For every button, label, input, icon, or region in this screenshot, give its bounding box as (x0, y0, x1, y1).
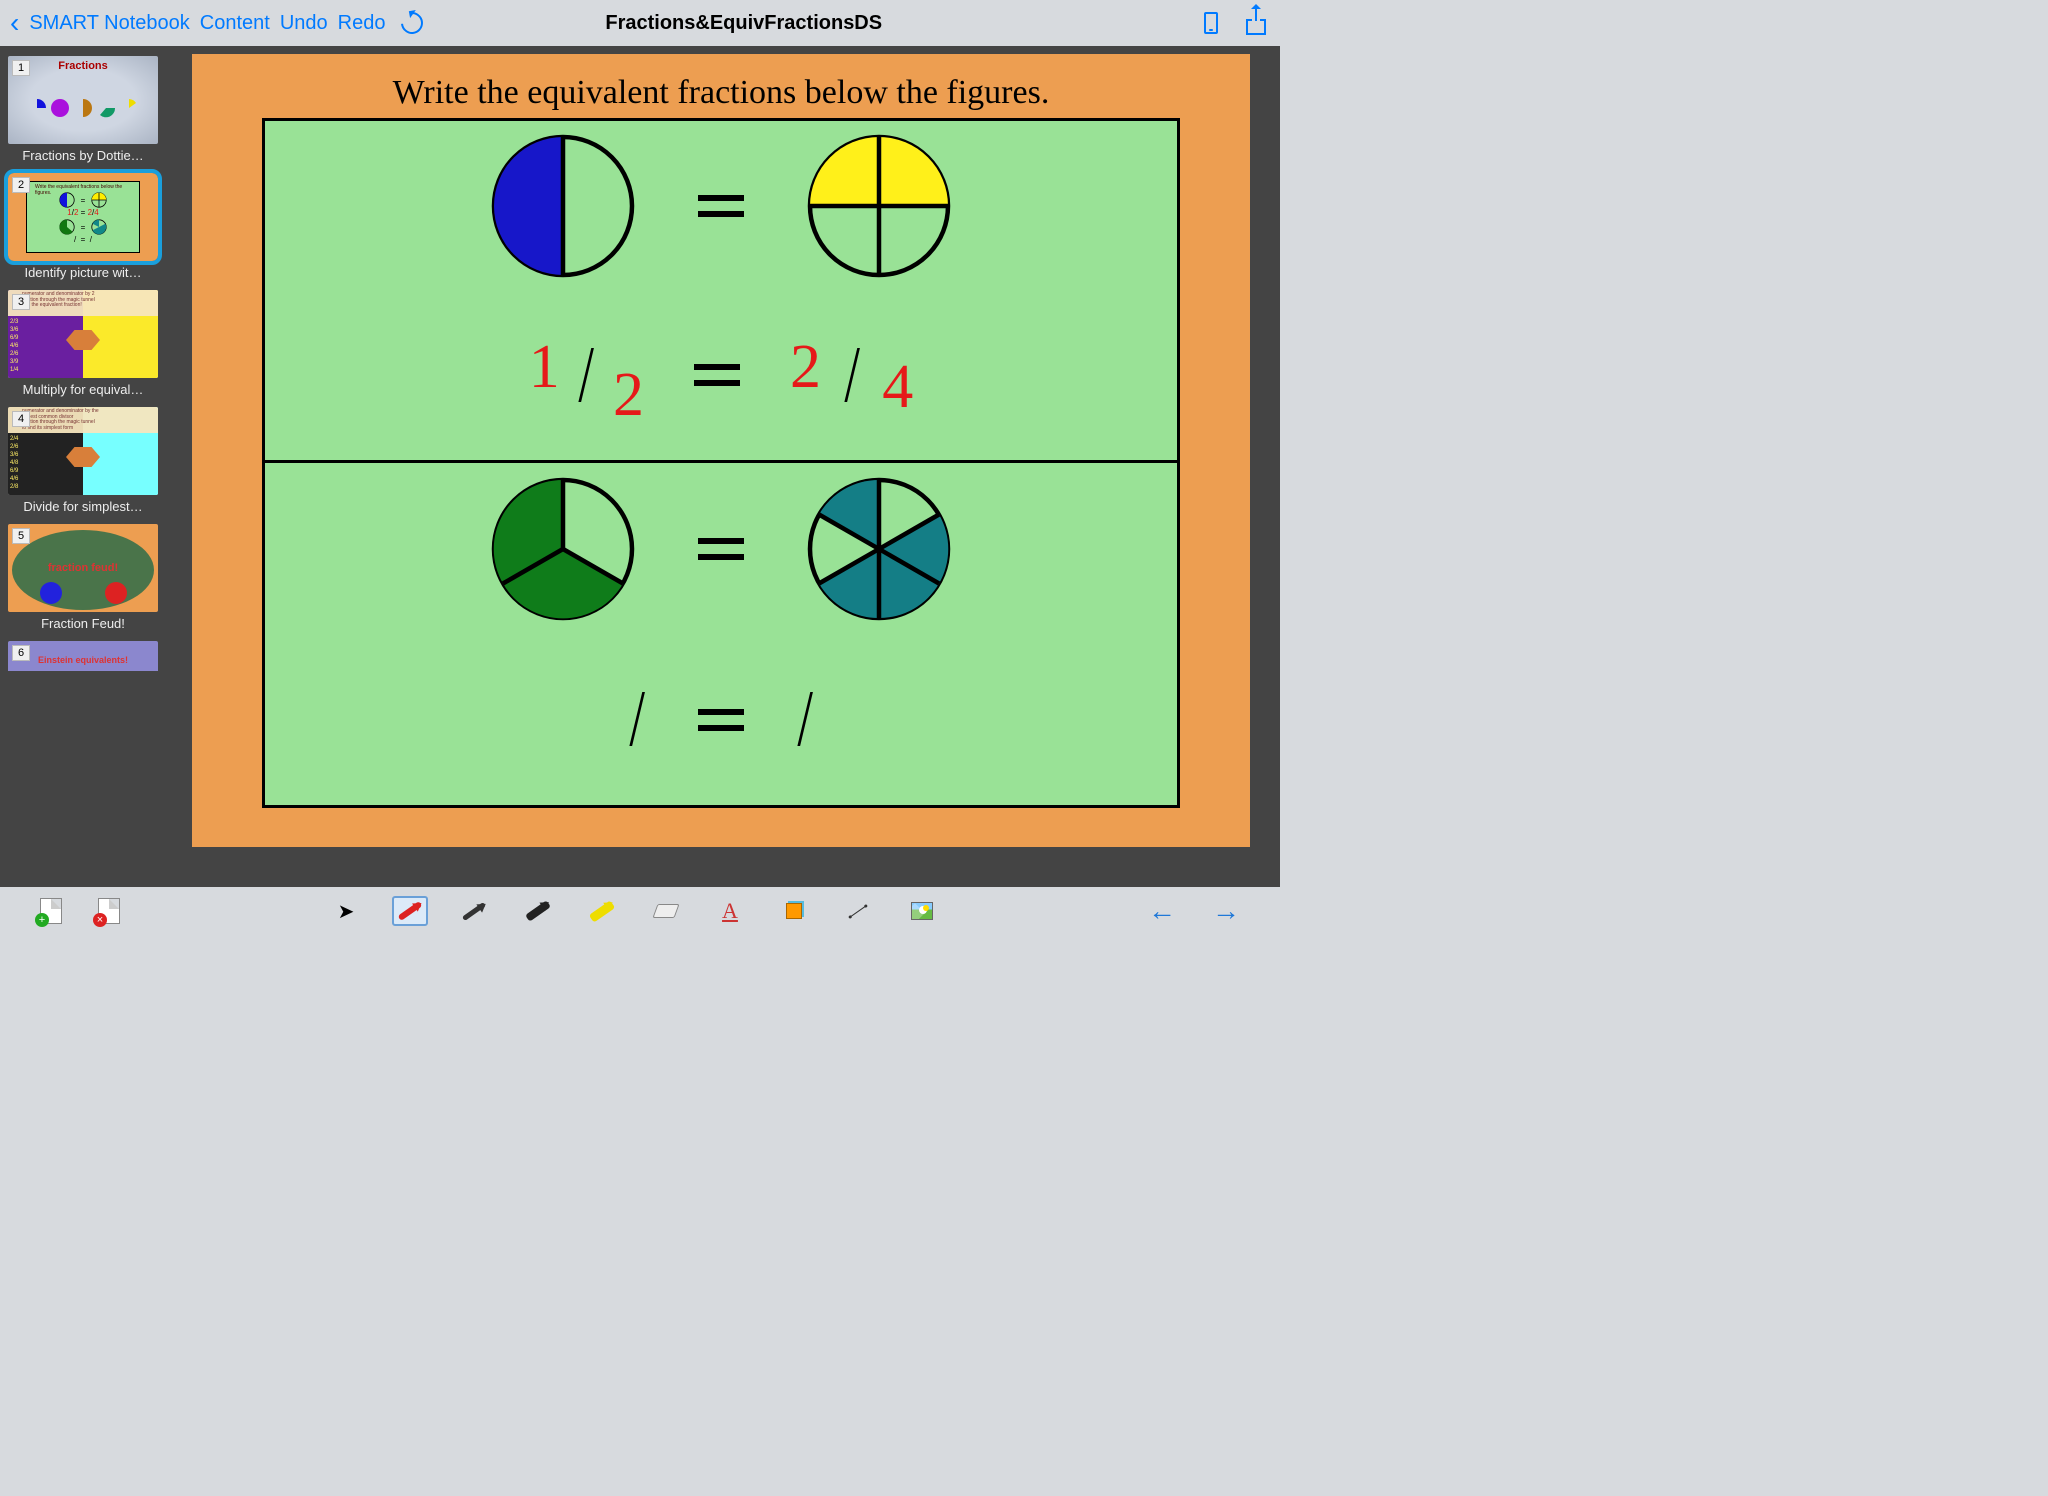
bottom-toolbar: + × ➤ A ← → (0, 887, 1280, 935)
top-toolbar: ‹ SMART Notebook Content Undo Redo Fract… (0, 0, 1280, 46)
slide-number: 3 (12, 294, 30, 310)
answer-denominator-1: 2 (613, 361, 644, 429)
text-tool[interactable]: A (712, 896, 748, 926)
slide-label: Fraction Feud! (8, 616, 158, 631)
circle-sixths-teal (804, 474, 954, 624)
equals-icon (698, 709, 744, 731)
slide-number: 6 (12, 645, 30, 661)
slide-label: Divide for simplest… (8, 499, 158, 514)
slide-number: 4 (12, 411, 30, 427)
add-page-button[interactable]: + (40, 898, 62, 924)
slide-thumb-2[interactable]: 2 Write the equivalent fractions below t… (8, 173, 158, 280)
share-icon[interactable] (1246, 11, 1266, 35)
slide-label: Identify picture wit… (8, 265, 158, 280)
content-area: 1 Fractions Fractions by Dottie… 2 Write… (0, 46, 1280, 887)
fraction-box-1: 1 / 2 2 / 4 (262, 118, 1180, 463)
slide-thumb-3[interactable]: numerator and denominator by 2fraction t… (8, 290, 158, 397)
fraction-answer-2[interactable]: / / (265, 634, 1177, 805)
thumb-text: fraction feud! (12, 562, 154, 574)
circle-quarters-yellow (804, 131, 954, 281)
eraser-tool[interactable] (648, 896, 684, 926)
equals-icon (698, 195, 744, 217)
document-title: Fractions&EquivFractionsDS (295, 12, 1192, 35)
shape-tool[interactable] (776, 896, 812, 926)
circle-half-blue (488, 131, 638, 281)
slide-number: 2 (12, 177, 30, 193)
slide-instruction: Write the equivalent fractions below the… (262, 74, 1180, 112)
content-button[interactable]: Content (200, 12, 270, 35)
back-chevron-icon[interactable]: ‹ (10, 7, 19, 39)
answer-denominator-2: 4 (882, 353, 913, 421)
delete-page-button[interactable]: × (98, 898, 120, 924)
equals-icon (694, 364, 740, 386)
slide-label: Multiply for equival… (8, 382, 158, 397)
device-icon[interactable] (1204, 12, 1218, 34)
circle-thirds-green (488, 474, 638, 624)
fraction-box-2: / / (262, 463, 1180, 808)
prev-slide-button[interactable]: ← (1148, 895, 1176, 927)
main-canvas-area: Write the equivalent fractions below the… (166, 50, 1276, 887)
next-slide-button[interactable]: → (1212, 895, 1240, 927)
slide-thumb-5[interactable]: 5 fraction feud! Fraction Feud! (8, 524, 158, 631)
slide-thumb-4[interactable]: numerator and denominator by thelargest … (8, 407, 158, 514)
highlighter-tool[interactable] (584, 896, 620, 926)
slide-label: Fractions by Dottie… (8, 148, 158, 163)
answer-numerator-1: 1 (529, 333, 560, 401)
equals-icon (698, 538, 744, 560)
fraction-answer-1: 1 / 2 2 / 4 (265, 291, 1177, 461)
thumb-text: Einstein equivalents! (8, 655, 158, 665)
cursor-tool[interactable]: ➤ (328, 896, 364, 926)
image-tool[interactable] (904, 896, 940, 926)
slide-thumb-6[interactable]: 6 Einstein equivalents! (8, 641, 158, 671)
line-tool[interactable] (840, 896, 876, 926)
pen-thin-tool[interactable] (456, 896, 492, 926)
slide-canvas[interactable]: Write the equivalent fractions below the… (192, 54, 1250, 847)
pen-thick-tool[interactable] (520, 896, 556, 926)
slide-number: 5 (12, 528, 30, 544)
app-name-button[interactable]: SMART Notebook (29, 12, 189, 35)
slide-sidebar: 1 Fractions Fractions by Dottie… 2 Write… (4, 50, 162, 887)
answer-numerator-2: 2 (790, 333, 821, 401)
pen-red-tool[interactable] (392, 896, 428, 926)
slide-thumb-1[interactable]: 1 Fractions Fractions by Dottie… (8, 56, 158, 163)
thumb-title: Fractions (8, 60, 158, 72)
slide-number: 1 (12, 60, 30, 76)
